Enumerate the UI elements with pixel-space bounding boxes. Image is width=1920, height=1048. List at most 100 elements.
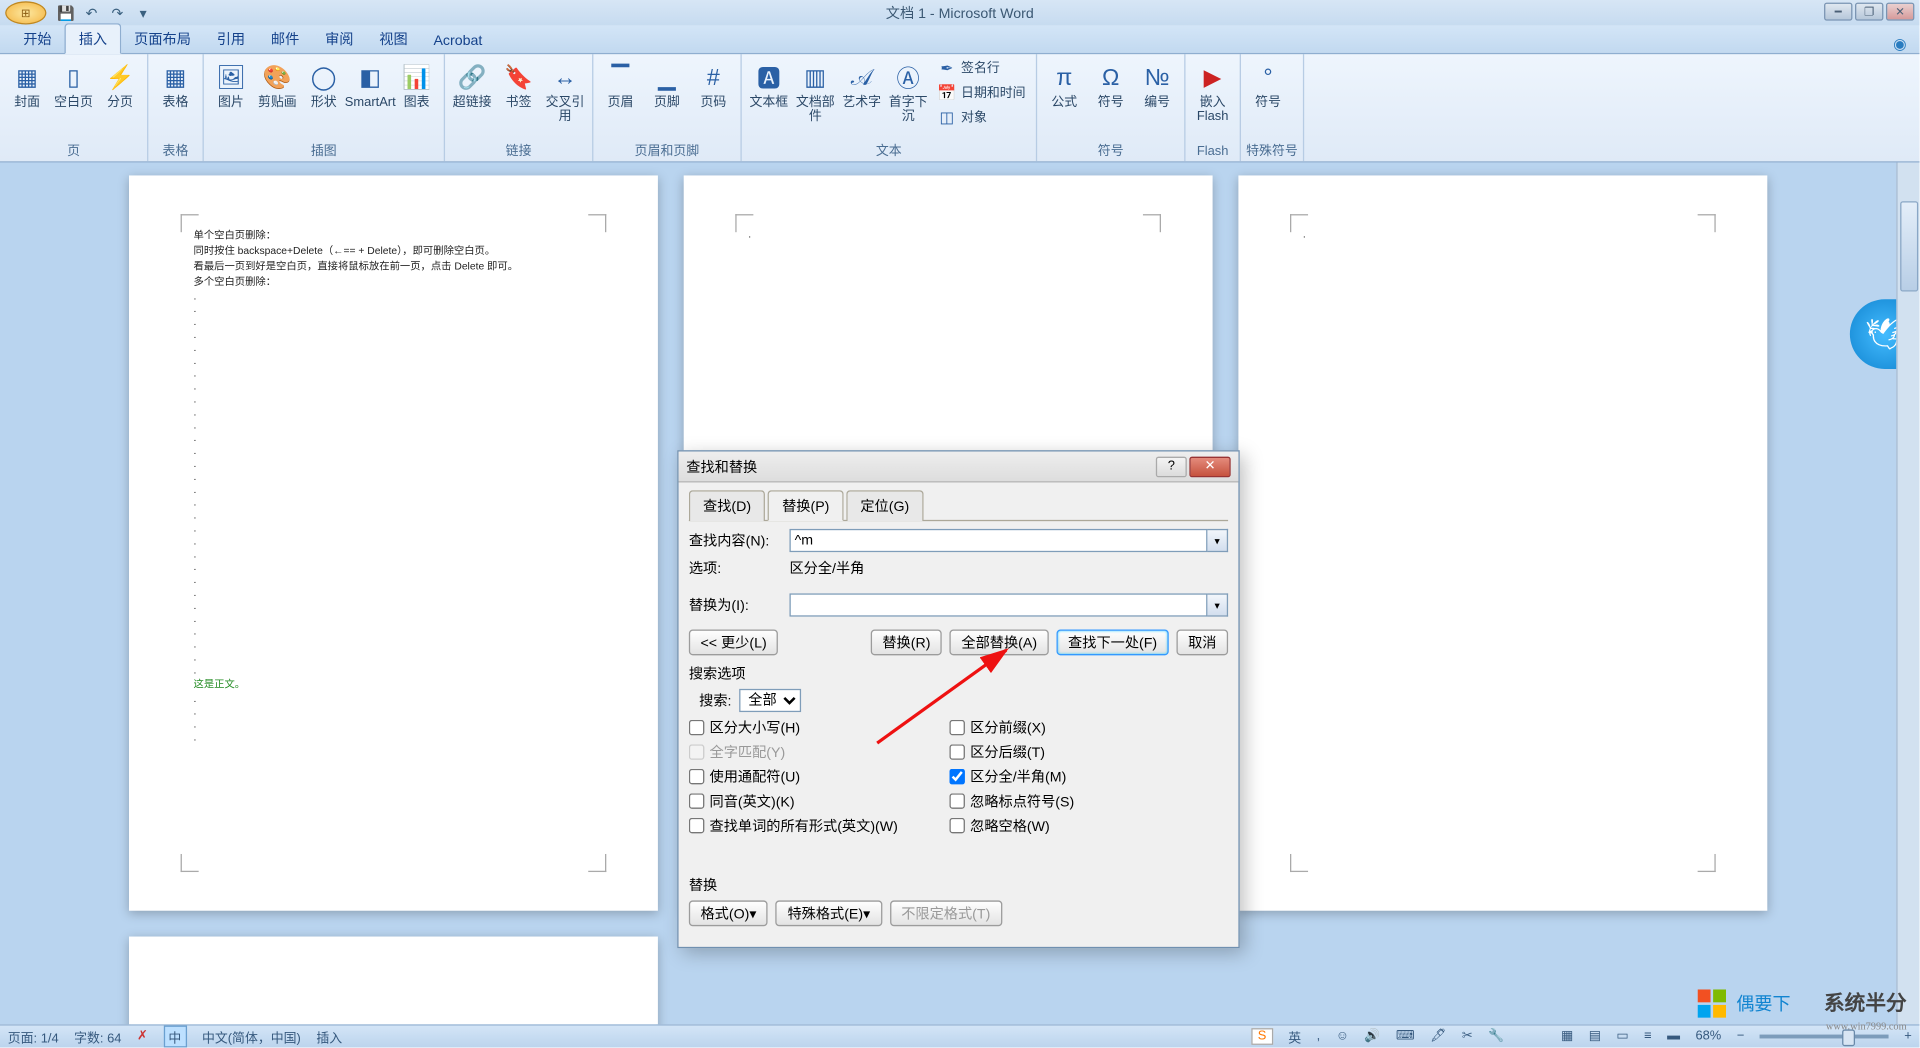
- tab-acrobat[interactable]: Acrobat: [421, 30, 496, 53]
- shapes-button[interactable]: ◯形状: [302, 57, 346, 110]
- format-button[interactable]: 格式(O) ▾: [689, 900, 768, 926]
- vertical-scrollbar[interactable]: [1896, 163, 1919, 1025]
- save-icon[interactable]: 💾: [57, 4, 75, 22]
- ime-keyboard-icon[interactable]: ⌨: [1396, 1029, 1415, 1043]
- qat-more-icon[interactable]: ▾: [134, 4, 152, 22]
- status-words[interactable]: 字数: 64: [74, 1027, 121, 1046]
- clipart-button[interactable]: 🎨剪贴画: [255, 57, 299, 110]
- number-button[interactable]: №编号: [1135, 57, 1179, 110]
- tab-review[interactable]: 审阅: [312, 25, 366, 53]
- ime-pen-icon[interactable]: 🖋: [1430, 1029, 1446, 1043]
- ime-scissor-icon[interactable]: ✂: [1462, 1029, 1473, 1043]
- undo-icon[interactable]: ↶: [83, 4, 101, 22]
- tab-insert[interactable]: 插入: [65, 23, 122, 54]
- hyperlink-button[interactable]: 🔗超链接: [450, 57, 494, 110]
- page-number-button[interactable]: #页码: [691, 57, 735, 110]
- table-button[interactable]: ▦表格: [154, 57, 198, 110]
- cross-ref-button[interactable]: ↔交叉引用: [543, 57, 587, 124]
- cancel-button[interactable]: 取消: [1176, 630, 1228, 656]
- check-option[interactable]: 区分全/半角(M): [950, 766, 1075, 787]
- equation-button[interactable]: π公式: [1042, 57, 1086, 110]
- redo-icon[interactable]: ↷: [108, 4, 126, 22]
- help-icon[interactable]: ◉: [1893, 35, 1907, 53]
- find-input[interactable]: [789, 529, 1207, 552]
- ime-face-icon[interactable]: ☺: [1336, 1029, 1349, 1043]
- flash-button[interactable]: ▶嵌入Flash: [1191, 57, 1235, 124]
- symbol-button[interactable]: Ω符号: [1089, 57, 1133, 110]
- header-button[interactable]: ▔页眉: [599, 57, 643, 110]
- smartart-button[interactable]: ◧SmartArt: [348, 57, 392, 110]
- wordart-button[interactable]: 𝒜艺术字: [840, 57, 884, 110]
- ime-wrench-icon[interactable]: 🔧: [1488, 1029, 1504, 1043]
- textbox-button[interactable]: 🅰文本框: [747, 57, 791, 110]
- close-button[interactable]: ✕: [1886, 3, 1914, 21]
- status-mode[interactable]: 插入: [316, 1027, 342, 1046]
- page-3[interactable]: .: [1238, 175, 1767, 910]
- ime-lang[interactable]: 英: [1288, 1027, 1301, 1046]
- view-web-icon[interactable]: ▭: [1616, 1029, 1628, 1043]
- check-option[interactable]: 忽略空格(W): [950, 815, 1075, 836]
- tab-find[interactable]: 查找(D): [689, 490, 765, 521]
- check-option[interactable]: 查找单词的所有形式(英文)(W): [689, 815, 898, 836]
- sogou-ime-icon[interactable]: S: [1251, 1028, 1273, 1045]
- picture-button[interactable]: 🖼图片: [209, 57, 253, 110]
- blank-page-button[interactable]: ▯空白页: [52, 57, 96, 110]
- replace-all-button[interactable]: 全部替换(A): [950, 630, 1049, 656]
- search-scope-select[interactable]: 全部: [739, 689, 801, 712]
- datetime-button[interactable]: 📅日期和时间: [933, 81, 1031, 104]
- page-break-button[interactable]: ⚡分页: [98, 57, 142, 110]
- tab-replace[interactable]: 替换(P): [768, 490, 844, 521]
- tab-layout[interactable]: 页面布局: [121, 25, 204, 53]
- check-option[interactable]: 忽略标点符号(S): [950, 791, 1075, 812]
- special-symbol-button[interactable]: °符号: [1246, 57, 1290, 110]
- check-option[interactable]: 区分后缀(T): [950, 742, 1075, 763]
- document-area[interactable]: 单个空白页删除： 同时按住 backspace+Delete（←== + Del…: [0, 163, 1920, 1025]
- check-option[interactable]: 区分前缀(X): [950, 717, 1075, 738]
- proofing-icon[interactable]: ✗: [137, 1029, 148, 1043]
- status-page[interactable]: 页面: 1/4: [8, 1027, 59, 1046]
- quickparts-button[interactable]: ▥文档部件: [793, 57, 837, 124]
- page-1[interactable]: 单个空白页删除： 同时按住 backspace+Delete（←== + Del…: [129, 175, 658, 910]
- find-dropdown-icon[interactable]: ▾: [1207, 529, 1228, 552]
- replace-dropdown-icon[interactable]: ▾: [1207, 593, 1228, 616]
- dialog-titlebar[interactable]: 查找和替换 ? ✕: [679, 452, 1239, 483]
- dialog-help-button[interactable]: ?: [1156, 456, 1187, 477]
- check-option[interactable]: 区分大小写(H): [689, 717, 898, 738]
- view-reading-icon[interactable]: ▤: [1589, 1029, 1601, 1043]
- view-outline-icon[interactable]: ≡: [1644, 1029, 1652, 1043]
- check-option[interactable]: 同音(英文)(K): [689, 791, 898, 812]
- zoom-percent[interactable]: 68%: [1695, 1029, 1721, 1043]
- cover-page-button[interactable]: ▦封面: [5, 57, 49, 110]
- chart-button[interactable]: 📊图表: [395, 57, 439, 110]
- dialog-close-button[interactable]: ✕: [1189, 456, 1230, 477]
- status-bar: 页面: 1/4 字数: 64 ✗ 中 中文(简体，中国) 插入 S 英 , ☺ …: [0, 1024, 1920, 1047]
- replace-button[interactable]: 替换(R): [871, 630, 942, 656]
- lang-indicator-icon[interactable]: 中: [163, 1026, 186, 1048]
- replace-label: 替换为(I):: [689, 595, 782, 616]
- bookmark-button[interactable]: 🔖书签: [497, 57, 541, 110]
- view-draft-icon[interactable]: ▬: [1667, 1029, 1680, 1043]
- zoom-slider[interactable]: [1760, 1035, 1889, 1039]
- ime-sound-icon[interactable]: 🔊: [1364, 1029, 1380, 1043]
- status-language[interactable]: 中文(简体，中国): [202, 1027, 301, 1046]
- object-button[interactable]: ◫对象: [933, 106, 1031, 129]
- tab-view[interactable]: 视图: [366, 25, 420, 53]
- tab-mailings[interactable]: 邮件: [258, 25, 312, 53]
- dropcap-button[interactable]: Ⓐ首字下沉: [886, 57, 930, 124]
- less-button[interactable]: << 更少(L): [689, 630, 778, 656]
- find-next-button[interactable]: 查找下一处(F): [1056, 630, 1168, 656]
- footer-button[interactable]: ▁页脚: [645, 57, 689, 110]
- tab-home[interactable]: 开始: [10, 25, 64, 53]
- zoom-out-button[interactable]: −: [1737, 1029, 1745, 1043]
- signature-line-button[interactable]: ✒签名行: [933, 57, 1031, 80]
- special-format-button[interactable]: 特殊格式(E) ▾: [776, 900, 882, 926]
- check-option[interactable]: 使用通配符(U): [689, 766, 898, 787]
- tab-goto[interactable]: 定位(G): [846, 490, 923, 521]
- page-4[interactable]: [129, 937, 658, 1025]
- office-button[interactable]: ⊞: [5, 1, 46, 24]
- maximize-button[interactable]: ❐: [1855, 3, 1883, 21]
- tab-references[interactable]: 引用: [204, 25, 258, 53]
- minimize-button[interactable]: ━: [1824, 3, 1852, 21]
- replace-input[interactable]: [789, 593, 1207, 616]
- view-print-layout-icon[interactable]: ▦: [1561, 1029, 1573, 1043]
